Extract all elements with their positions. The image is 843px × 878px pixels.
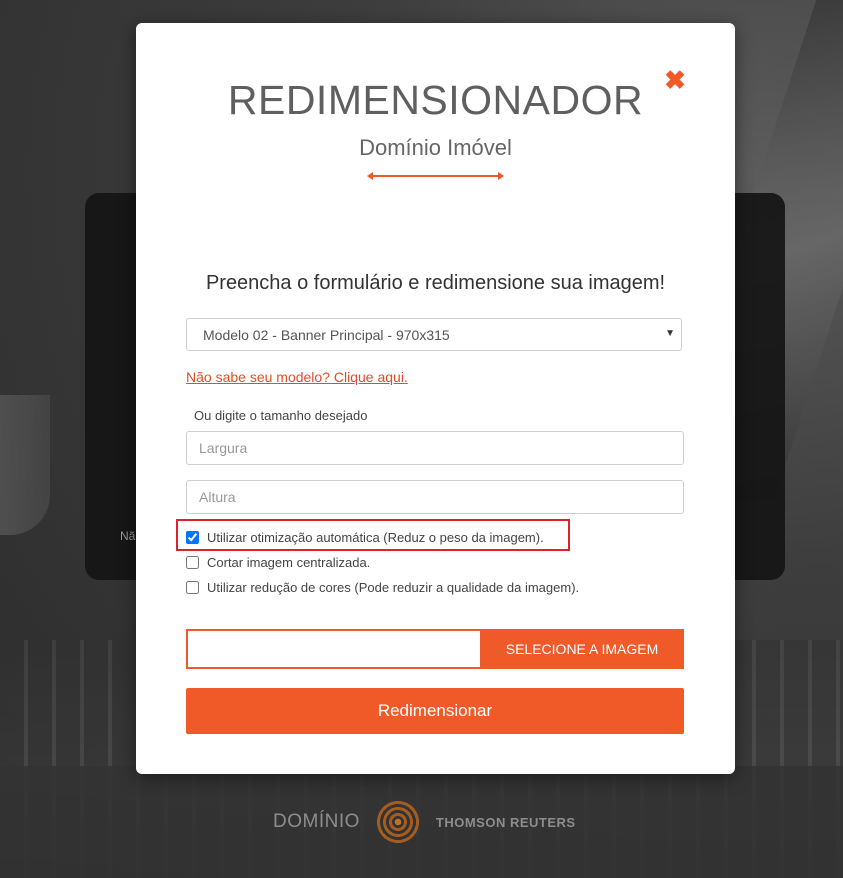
caret-down-icon: ▼ (665, 328, 675, 339)
option-center-crop[interactable]: Cortar imagem centralizada. (186, 555, 370, 570)
height-input[interactable] (186, 480, 684, 514)
option-color-reduction[interactable]: Utilizar redução de cores (Pode reduzir … (186, 580, 579, 595)
center-crop-label: Cortar imagem centralizada. (207, 555, 371, 570)
file-name-field[interactable] (186, 629, 480, 669)
form-heading: Preencha o formulário e redimensione sua… (205, 272, 666, 294)
color-reduction-checkbox[interactable] (186, 581, 199, 594)
auto-optimize-label: Utilizar otimização automática (Reduz o … (207, 530, 544, 545)
thomson-reuters-logo-icon (375, 800, 420, 844)
resizer-modal: ✖ REDIMENSIONADOR Domínio Imóvel Preench… (136, 23, 735, 774)
coffee-cup-image (0, 395, 50, 535)
option-auto-optimize[interactable]: Utilizar otimização automática (Reduz o … (186, 530, 544, 545)
model-select-value: Modelo 02 - Banner Principal - 970x315 (203, 326, 450, 343)
footer-brand: DOMÍNIO THOMSON REUTERS (273, 800, 576, 844)
auto-optimize-checkbox[interactable] (186, 531, 199, 544)
background-panel-text: Nã (120, 529, 136, 543)
size-label: Ou digite o tamanho desejado (194, 408, 368, 423)
title-divider-arrow-icon (367, 172, 504, 180)
model-help-link[interactable]: Não sabe seu modelo? Clique aqui. (186, 369, 408, 385)
center-crop-checkbox[interactable] (186, 556, 199, 569)
thomson-reuters-logo-text: THOMSON REUTERS (435, 814, 576, 830)
select-image-button[interactable]: SELECIONE A IMAGEM (480, 629, 684, 669)
modal-subtitle: Domínio Imóvel (359, 135, 512, 160)
width-input[interactable] (186, 431, 684, 465)
color-reduction-label: Utilizar redução de cores (Pode reduzir … (207, 580, 580, 595)
modal-title: REDIMENSIONADOR (227, 77, 644, 123)
resize-button[interactable]: Redimensionar (186, 688, 684, 734)
dominio-logo-text: DOMÍNIO (273, 811, 360, 832)
file-picker: SELECIONE A IMAGEM (186, 629, 684, 669)
model-select[interactable]: Modelo 02 - Banner Principal - 970x315 ▼ (186, 318, 682, 351)
